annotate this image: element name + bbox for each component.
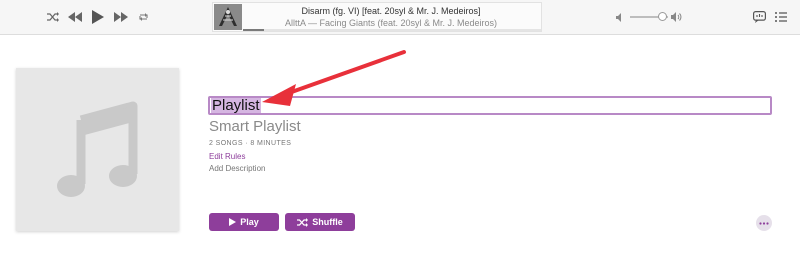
playlist-title-field[interactable]: Playlist — [208, 96, 772, 115]
playlist-type-label: Smart Playlist — [209, 118, 301, 135]
next-icon[interactable] — [112, 9, 130, 25]
playlist-artwork — [16, 68, 179, 231]
shuffle-icon[interactable] — [46, 9, 60, 25]
lyrics-icon[interactable] — [751, 9, 767, 25]
volume-low-icon — [614, 9, 626, 25]
shuffle-icon — [297, 217, 309, 227]
playlist-title-text[interactable]: Playlist — [211, 98, 261, 113]
player-bar: Disarm (fg. VI) [feat. 20syl & Mr. J. Me… — [0, 0, 800, 35]
playback-progress-bar[interactable] — [243, 29, 541, 31]
now-playing-artwork — [214, 4, 242, 30]
playlist-meta: 2 SONGS · 8 MINUTES — [209, 140, 292, 147]
edit-rules-link[interactable]: Edit Rules — [209, 152, 245, 161]
now-playing-panel[interactable]: Disarm (fg. VI) [feat. 20syl & Mr. J. Me… — [212, 2, 542, 32]
more-options-button[interactable] — [756, 215, 772, 231]
repeat-icon[interactable] — [137, 9, 149, 25]
add-description-link[interactable]: Add Description — [209, 164, 265, 173]
play-button[interactable]: Play — [209, 213, 279, 231]
ellipsis-icon — [759, 221, 769, 225]
now-playing-title: Disarm (fg. VI) [feat. 20syl & Mr. J. Me… — [301, 6, 481, 16]
play-button-label: Play — [240, 217, 259, 227]
music-note-icon — [56, 101, 137, 197]
shuffle-button[interactable]: Shuffle — [285, 213, 355, 231]
volume-high-icon — [670, 9, 682, 25]
up-next-icon[interactable] — [774, 9, 788, 25]
now-playing-artist-album: AllttA — Facing Giants (feat. 20syl & Mr… — [284, 18, 498, 28]
play-icon — [229, 218, 237, 226]
play-icon[interactable] — [91, 9, 105, 25]
playback-progress-fill — [243, 29, 264, 31]
previous-icon[interactable] — [66, 9, 84, 25]
volume-slider-knob[interactable] — [658, 12, 667, 21]
shuffle-button-label: Shuffle — [312, 217, 343, 227]
